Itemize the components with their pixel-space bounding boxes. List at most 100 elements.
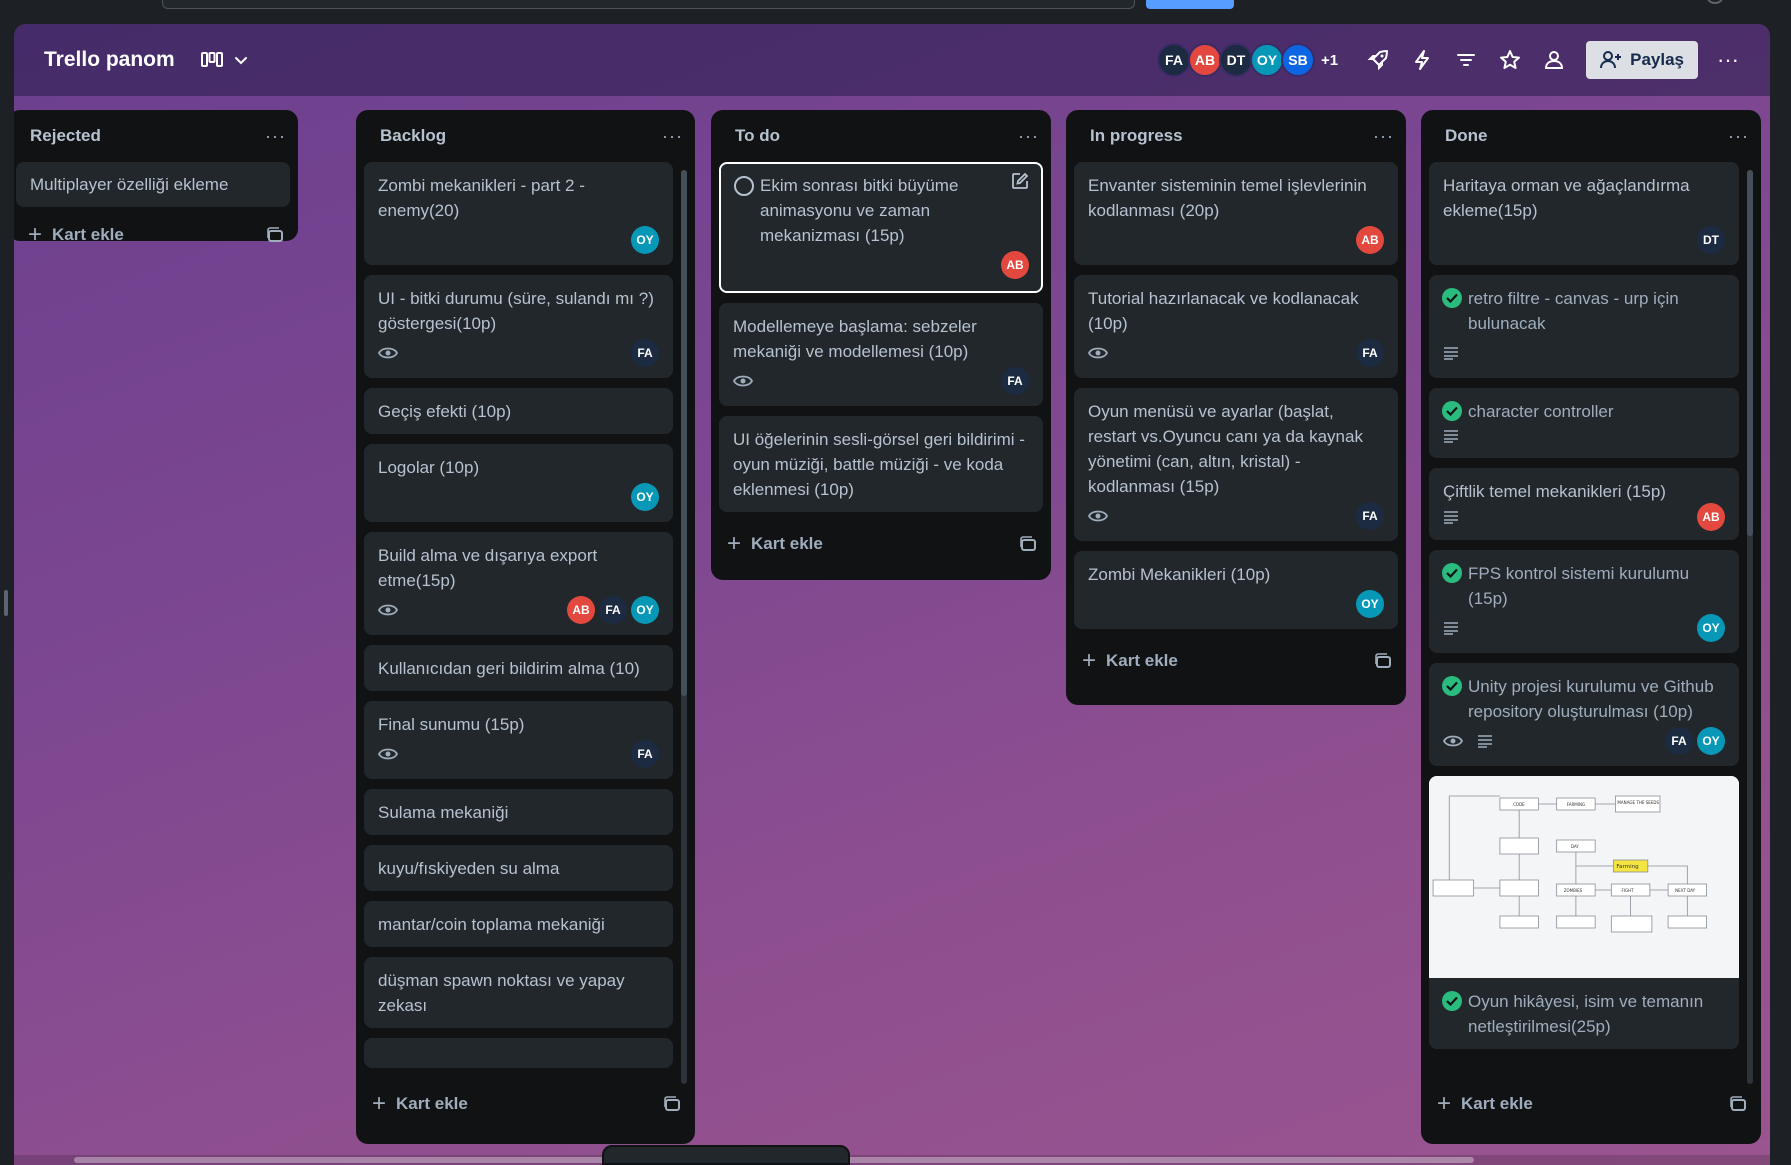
share-button[interactable]: Paylaş (1586, 41, 1698, 79)
sidebar-resize-handle[interactable] (4, 590, 8, 616)
avatar[interactable]: OY (1356, 590, 1384, 618)
list-title[interactable]: Done (1445, 126, 1488, 146)
card-template-icon[interactable] (1729, 1096, 1747, 1112)
complete-checkbox[interactable] (734, 176, 754, 196)
card[interactable]: Final sunumu (15p) FA (364, 701, 673, 779)
avatar[interactable]: AB (1356, 226, 1384, 254)
card[interactable]: UI - bitki durumu (süre, sulandı mı ?) g… (364, 275, 673, 378)
filter-button[interactable] (1444, 40, 1488, 80)
check-icon[interactable] (1442, 563, 1462, 583)
card[interactable]: UI öğelerinin sesli-görsel geri bildirim… (719, 416, 1043, 512)
card-template-icon[interactable] (1019, 536, 1037, 552)
avatar[interactable]: FA (1356, 339, 1384, 367)
card[interactable]: Sulama mekaniği (364, 789, 673, 835)
card-template-icon[interactable] (1374, 653, 1392, 669)
list-menu-button[interactable]: ··· (265, 126, 286, 147)
add-card-button[interactable]: + Kart ekle (1082, 649, 1178, 673)
card[interactable]: Zombi mekanikleri - part 2 - enemy(20) O… (364, 162, 673, 265)
card[interactable]: Çiftlik temel mekanikleri (15p) AB (1429, 468, 1739, 540)
board-menu-button[interactable]: ··· (1706, 40, 1750, 80)
card-title: FPS kontrol sistemi kurulumu (15p) (1468, 564, 1690, 608)
avatar[interactable]: DT (1697, 226, 1725, 254)
avatar[interactable]: FA (631, 740, 659, 768)
board-horizontal-scrollbar[interactable] (14, 1155, 1770, 1165)
card[interactable]: Zombi Mekanikleri (10p) OY (1074, 551, 1398, 629)
add-card-button[interactable]: + Kart ekle (28, 223, 124, 247)
avatar[interactable]: FA (631, 339, 659, 367)
visibility-button[interactable] (1532, 40, 1576, 80)
card[interactable]: Kullanıcıdan geri bildirim alma (10) (364, 645, 673, 691)
card[interactable]: Envanter sisteminin temel işlevlerinin k… (1074, 162, 1398, 265)
card[interactable]: düşman spawn noktası ve yapay zekası (364, 957, 673, 1028)
card[interactable]: Logolar (10p) OY (364, 444, 673, 522)
card[interactable]: mantar/coin toplama mekaniği (364, 901, 673, 947)
card[interactable]: retro filtre - canvas - urp için bulunac… (1429, 275, 1739, 378)
card[interactable]: Geçiş efekti (10p) (364, 388, 673, 434)
edit-icon[interactable] (1011, 172, 1029, 190)
check-icon[interactable] (1442, 401, 1462, 421)
avatar[interactable]: DT (1219, 43, 1253, 77)
avatar[interactable]: OY (1250, 43, 1284, 77)
add-card-button[interactable]: + Kart ekle (1437, 1092, 1533, 1116)
list-scrollbar-thumb[interactable] (681, 170, 687, 696)
card[interactable]: Oyun menüsü ve ayarlar (başlat, restart … (1074, 388, 1398, 541)
avatar[interactable]: AB (1697, 503, 1725, 531)
avatar[interactable]: AB (1188, 43, 1222, 77)
card[interactable]: Haritaya orman ve ağaçlandırma ekleme(15… (1429, 162, 1739, 265)
avatar[interactable]: FA (599, 596, 627, 624)
check-icon[interactable] (1442, 676, 1462, 696)
card-template-icon[interactable] (663, 1096, 681, 1112)
avatar[interactable]: FA (1665, 727, 1693, 755)
avatar[interactable]: FA (1157, 43, 1191, 77)
list-title[interactable]: To do (735, 126, 780, 146)
card[interactable]: FPS kontrol sistemi kurulumu (15p) OY (1429, 550, 1739, 653)
check-icon[interactable] (1442, 991, 1462, 1011)
members-overflow-count[interactable]: +1 (1321, 52, 1338, 69)
board-switcher[interactable] (602, 1145, 850, 1165)
avatar[interactable]: OY (631, 596, 659, 624)
avatar[interactable]: FA (1356, 502, 1384, 530)
description-icon (1478, 735, 1492, 748)
card[interactable]: Ekim sonrası bitki büyüme animasyonu ve … (719, 162, 1043, 293)
card[interactable] (364, 1038, 673, 1068)
card-cover-image: CODE FARMING MANAGE THE SEEDS DAY Farmin… (1429, 776, 1739, 978)
list-title[interactable]: Backlog (380, 126, 446, 146)
card-template-icon[interactable] (266, 227, 284, 243)
card[interactable]: Unity projesi kurulumu ve Github reposit… (1429, 663, 1739, 766)
automation-button[interactable] (1400, 40, 1444, 80)
list-menu-button[interactable]: ··· (1018, 126, 1039, 147)
card-title: düşman spawn noktası ve yapay zekası (378, 971, 625, 1015)
add-card-button[interactable]: + Kart ekle (372, 1092, 468, 1116)
add-card-button[interactable]: + Kart ekle (727, 532, 823, 556)
list-menu-button[interactable]: ··· (1728, 126, 1749, 147)
search-input[interactable] (162, 0, 1135, 9)
description-icon (1444, 622, 1458, 635)
avatar[interactable]: OY (1697, 727, 1725, 755)
avatar[interactable]: AB (1001, 251, 1029, 279)
card[interactable]: Modellemeye başlama: sebzeler mekaniği v… (719, 303, 1043, 406)
avatar[interactable]: AB (567, 596, 595, 624)
create-button[interactable] (1146, 0, 1234, 9)
card-with-cover[interactable]: CODE FARMING MANAGE THE SEEDS DAY Farmin… (1429, 776, 1739, 1049)
card[interactable]: kuyu/fıskiyeden su alma (364, 845, 673, 891)
star-button[interactable] (1488, 40, 1532, 80)
avatar[interactable]: OY (631, 226, 659, 254)
power-ups-button[interactable] (1356, 40, 1400, 80)
board-title[interactable]: Trello panom (44, 48, 175, 72)
card[interactable]: character controller (1429, 388, 1739, 458)
card[interactable]: Tutorial hazırlanacak ve kodlanacak (10p… (1074, 275, 1398, 378)
list-title[interactable]: In progress (1090, 126, 1183, 146)
check-icon[interactable] (1442, 288, 1462, 308)
card[interactable]: Multiplayer özelliği ekleme (16, 162, 290, 207)
list-scrollbar-thumb[interactable] (1747, 170, 1753, 536)
list-menu-button[interactable]: ··· (1373, 126, 1394, 147)
avatar[interactable]: SB (1281, 43, 1315, 77)
avatar[interactable]: FA (1001, 367, 1029, 395)
card[interactable]: Build alma ve dışarıya export etme(15p) … (364, 532, 673, 635)
list-title[interactable]: Rejected (30, 126, 101, 146)
help-icon[interactable] (1707, 0, 1723, 4)
board-view-switcher[interactable] (200, 51, 249, 69)
avatar[interactable]: OY (631, 483, 659, 511)
list-menu-button[interactable]: ··· (662, 126, 683, 147)
avatar[interactable]: OY (1697, 614, 1725, 642)
